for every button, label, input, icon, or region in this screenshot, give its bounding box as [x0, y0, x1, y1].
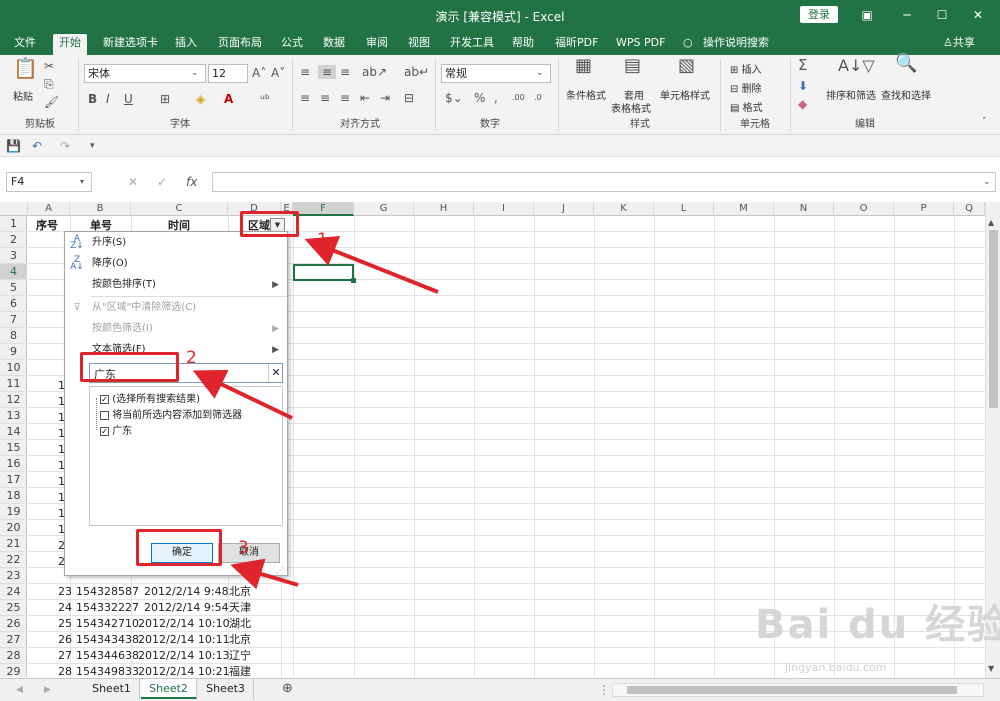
- watermark-url: jingyan.baidu.com: [785, 661, 887, 674]
- annotation-arrow-2: [192, 369, 293, 420]
- sheet-tab-2-active[interactable]: Sheet2: [141, 679, 197, 699]
- sheet-tab-3[interactable]: Sheet3: [198, 679, 254, 699]
- next-sheet-icon[interactable]: ▶: [44, 683, 51, 697]
- annotation-arrow-1: [304, 235, 439, 294]
- add-sheet-icon[interactable]: ⊕: [282, 682, 293, 696]
- sheet-tab-1[interactable]: Sheet1: [84, 679, 140, 699]
- h-scroll-thumb[interactable]: [627, 686, 957, 694]
- sheet-tab-bar: ◀ ▶ Sheet1 Sheet2 Sheet3 ⊕ ⋮: [0, 678, 1000, 701]
- watermark-logo: Bai du 经验: [755, 602, 1000, 648]
- annotation-arrow-3: [230, 558, 299, 590]
- prev-sheet-icon[interactable]: ◀: [16, 683, 23, 697]
- tab-splitter-icon[interactable]: ⋮: [598, 683, 610, 697]
- horizontal-scrollbar[interactable]: [612, 683, 984, 697]
